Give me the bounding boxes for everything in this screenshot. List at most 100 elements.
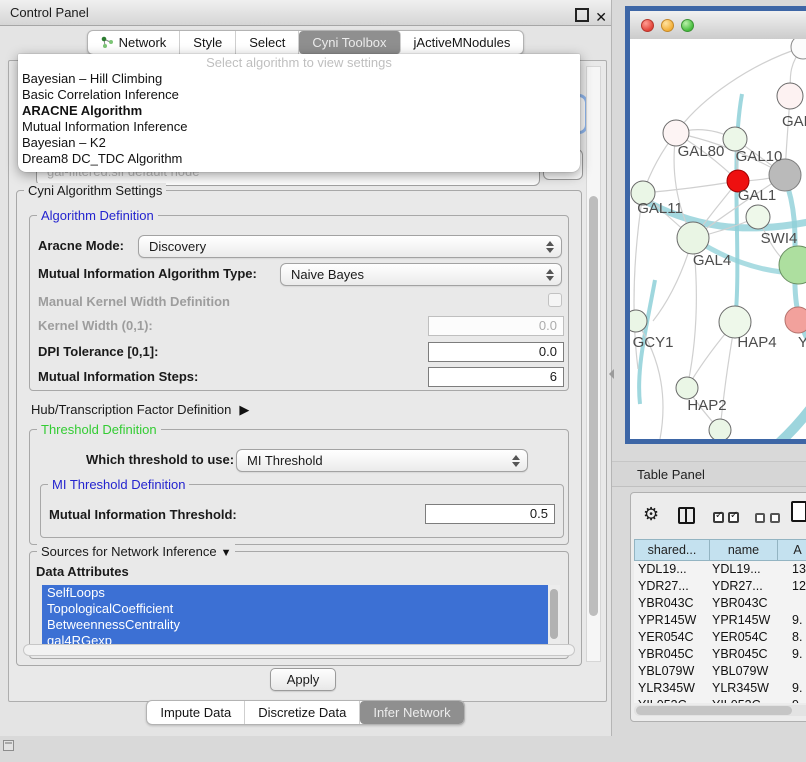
- mi-threshold-field[interactable]: 0.5: [425, 504, 555, 524]
- settings-vertical-scrollbar-thumb[interactable]: [589, 196, 598, 616]
- splitter-collapse-icon[interactable]: [609, 369, 614, 379]
- checked-box-icon[interactable]: [728, 512, 739, 523]
- tab-infer-network-label: Infer Network: [373, 701, 450, 724]
- table-row[interactable]: YBL079WYBL079W: [634, 663, 806, 680]
- which-threshold-value: MI Threshold: [247, 453, 323, 468]
- gear-icon[interactable]: ⚙: [643, 504, 659, 524]
- algorithm-definition-group: Algorithm Definition Aracne Mode: Discov…: [29, 215, 569, 391]
- node-label-gal80: GAL80: [678, 143, 725, 160]
- dropdown-option[interactable]: Basic Correlation Inference: [18, 87, 580, 103]
- dropdown-option[interactable]: Bayesian – K2: [18, 135, 580, 151]
- settings-vertical-scrollbar[interactable]: [586, 66, 601, 662]
- unchecked-box-icon[interactable]: [755, 513, 765, 523]
- mi-steps-label: Mutual Information Steps:: [38, 369, 198, 384]
- tab-style[interactable]: Style: [180, 31, 236, 54]
- cell: YBL079W: [638, 663, 710, 680]
- control-panel-window: Control Panel ✕ Network Style Sel: [0, 0, 612, 736]
- top-tabbar: Network Style Select Cyni Toolbox jActiv…: [0, 30, 611, 55]
- hub-definition-expander[interactable]: Hub/Transcription Factor Definition▶: [31, 402, 249, 418]
- close-traffic-light-icon[interactable]: [641, 19, 654, 32]
- table-horizontal-scrollbar[interactable]: [634, 705, 806, 716]
- cell: YBR045C: [638, 646, 710, 663]
- node-label-gal1: GAL1: [738, 187, 776, 204]
- dpi-tolerance-label: DPI Tolerance [0,1]:: [38, 344, 158, 359]
- tab-network[interactable]: Network: [88, 31, 181, 54]
- sources-group-title[interactable]: Sources for Network Inference▼: [37, 544, 235, 561]
- tab-jactivemnodules-label: jActiveMNodules: [414, 31, 511, 54]
- dropdown-option[interactable]: Mutual Information Inference: [18, 119, 580, 135]
- cell: 8.: [792, 629, 806, 646]
- tab-jactivemnodules[interactable]: jActiveMNodules: [401, 31, 524, 54]
- settings-horizontal-scrollbar[interactable]: [23, 644, 575, 656]
- control-panel-title: Control Panel: [10, 5, 89, 20]
- tab-discretize-data[interactable]: Discretize Data: [245, 701, 360, 724]
- mi-algorithm-type-label: Mutual Information Algorithm Type:: [38, 266, 257, 281]
- table-row[interactable]: YBR043CYBR043C: [634, 595, 806, 612]
- node-label-gal4: GAL4: [693, 252, 731, 269]
- restore-panel-icon[interactable]: [3, 740, 14, 751]
- data-attributes-label: Data Attributes: [36, 564, 129, 579]
- table-row[interactable]: YDR27...YDR27...12: [634, 578, 806, 595]
- tab-impute-data-label: Impute Data: [160, 701, 231, 724]
- dropdown-option[interactable]: Dream8 DC_TDC Algorithm: [18, 151, 580, 167]
- cell: 9: [792, 697, 806, 703]
- cell: YIL053C: [712, 697, 782, 703]
- checked-box-icon[interactable]: [713, 512, 724, 523]
- cyni-settings-group-title: Cyni Algorithm Settings: [24, 183, 166, 198]
- table-horizontal-scrollbar-thumb[interactable]: [636, 706, 792, 715]
- column-header-clipped[interactable]: A: [778, 539, 806, 561]
- tab-discretize-data-label: Discretize Data: [258, 701, 346, 724]
- threshold-definition-group: Threshold Definition Which threshold to …: [29, 429, 569, 545]
- column-header-shared-name[interactable]: shared...: [634, 539, 710, 561]
- cell: YBL079W: [712, 663, 782, 680]
- kernel-width-field[interactable]: 0.0: [428, 316, 564, 336]
- tab-infer-network[interactable]: Infer Network: [360, 701, 463, 724]
- attribute-item-selected[interactable]: TopologicalCoefficient: [42, 601, 560, 617]
- tab-impute-data[interactable]: Impute Data: [147, 701, 245, 724]
- tab-select[interactable]: Select: [236, 31, 299, 54]
- column-header-name[interactable]: name: [710, 539, 778, 561]
- float-window-icon[interactable]: [575, 8, 589, 22]
- mi-steps-field[interactable]: 6: [428, 367, 564, 387]
- dropdown-option[interactable]: Bayesian – Hill Climbing: [18, 71, 580, 87]
- table-panel: ⚙ shared... name A YDL19...YDL19...13 YD…: [630, 492, 806, 722]
- network-window-titlebar[interactable]: [630, 11, 806, 40]
- table-row[interactable]: YDL19...YDL19...13: [634, 561, 806, 578]
- which-threshold-combobox[interactable]: MI Threshold: [236, 449, 528, 472]
- network-canvas[interactable]: GAL GAL80 GAL10 GAL1 GAL11 SWI4 GAL4 GCY…: [630, 39, 806, 439]
- aracne-mode-combobox[interactable]: Discovery: [138, 235, 562, 258]
- attribute-item-selected[interactable]: BetweennessCentrality: [42, 617, 560, 633]
- close-icon[interactable]: ✕: [595, 4, 607, 30]
- aracne-mode-label: Aracne Mode:: [38, 238, 124, 253]
- zoom-traffic-light-icon[interactable]: [681, 19, 694, 32]
- tab-cyni-toolbox[interactable]: Cyni Toolbox: [299, 31, 400, 54]
- cell: YDL19...: [712, 561, 782, 578]
- attributes-scrollbar[interactable]: [548, 585, 560, 651]
- table-row[interactable]: YLR345WYLR345W9.: [634, 680, 806, 697]
- cell: 9.: [792, 646, 806, 663]
- table-row[interactable]: YER054CYER054C8.: [634, 629, 806, 646]
- apply-button[interactable]: Apply: [270, 668, 336, 691]
- table-row[interactable]: YBR045CYBR045C9.: [634, 646, 806, 663]
- algorithm-dropdown-list: Select algorithm to view settings Bayesi…: [18, 54, 580, 172]
- algorithm-definition-title: Algorithm Definition: [37, 208, 158, 223]
- mi-threshold-label: Mutual Information Threshold:: [49, 507, 237, 522]
- dpi-tolerance-field[interactable]: 0.0: [428, 342, 564, 362]
- cell: YPR145W: [638, 612, 710, 629]
- attributes-scrollbar-thumb[interactable]: [550, 589, 558, 639]
- cell: 9.: [792, 612, 806, 629]
- mi-threshold-group-title: MI Threshold Definition: [48, 477, 189, 492]
- unchecked-box-icon[interactable]: [770, 513, 780, 523]
- dropdown-option-selected[interactable]: ARACNE Algorithm: [18, 103, 580, 119]
- attribute-item-selected[interactable]: SelfLoops: [42, 585, 560, 601]
- table-body: YDL19...YDL19...13 YDR27...YDR27...12 YB…: [634, 561, 806, 703]
- columns-icon[interactable]: [678, 507, 695, 524]
- hub-definition-label: Hub/Transcription Factor Definition: [31, 402, 231, 417]
- combo-arrows-icon: [545, 268, 554, 282]
- table-row[interactable]: YPR145WYPR145W9.: [634, 612, 806, 629]
- manual-kernel-width-checkbox[interactable]: [548, 293, 562, 307]
- minimize-traffic-light-icon[interactable]: [661, 19, 674, 32]
- page-icon[interactable]: [791, 501, 806, 522]
- table-row[interactable]: YIL053CYIL053C9: [634, 697, 806, 703]
- mi-algorithm-type-combobox[interactable]: Naive Bayes: [280, 263, 562, 286]
